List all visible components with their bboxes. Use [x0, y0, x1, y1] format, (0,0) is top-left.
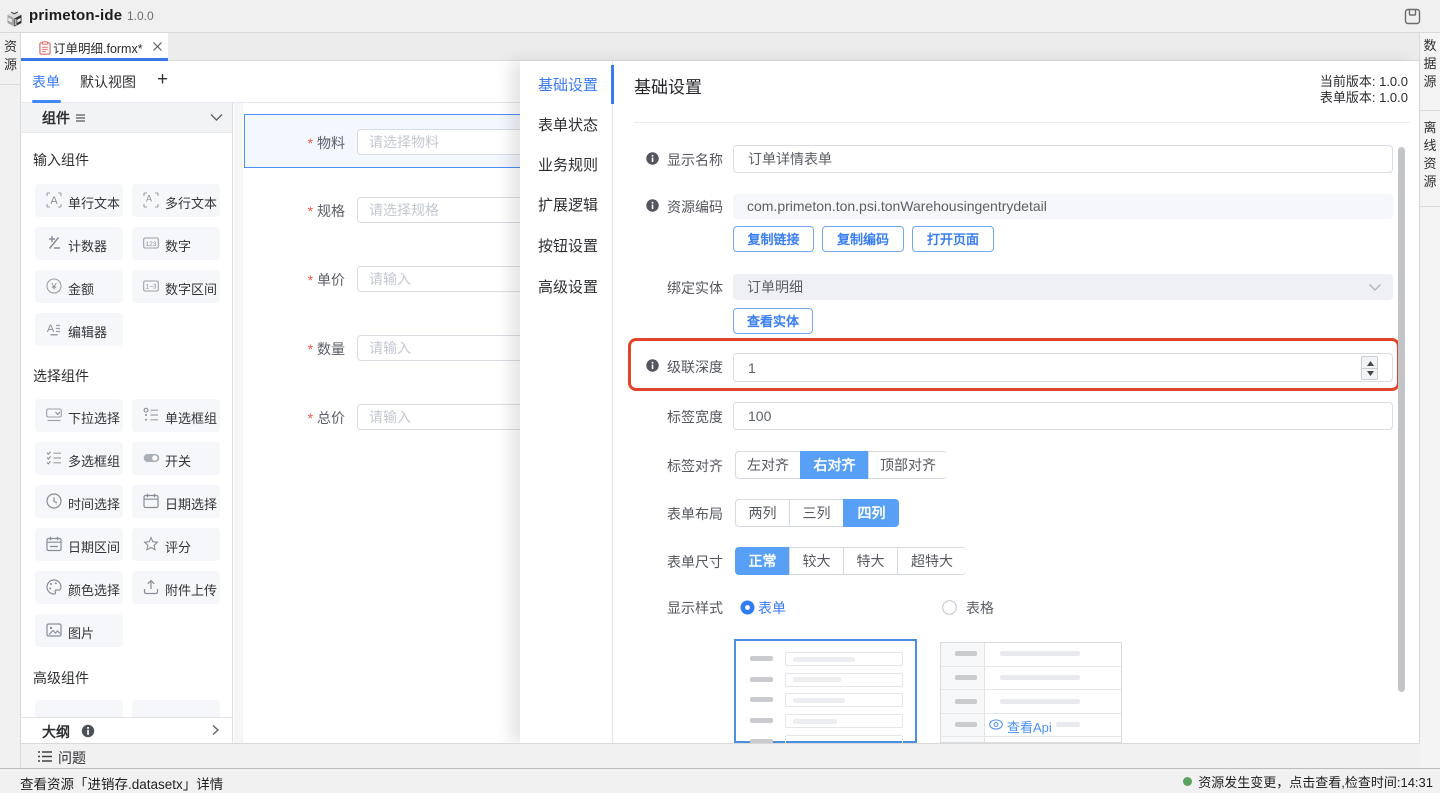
- svg-text:A: A: [50, 195, 58, 207]
- svg-text:¥: ¥: [50, 281, 57, 292]
- svg-text:123: 123: [146, 241, 157, 248]
- svg-text:A: A: [146, 194, 152, 204]
- svg-text:1~3: 1~3: [145, 284, 156, 291]
- svg-text:A: A: [47, 323, 55, 335]
